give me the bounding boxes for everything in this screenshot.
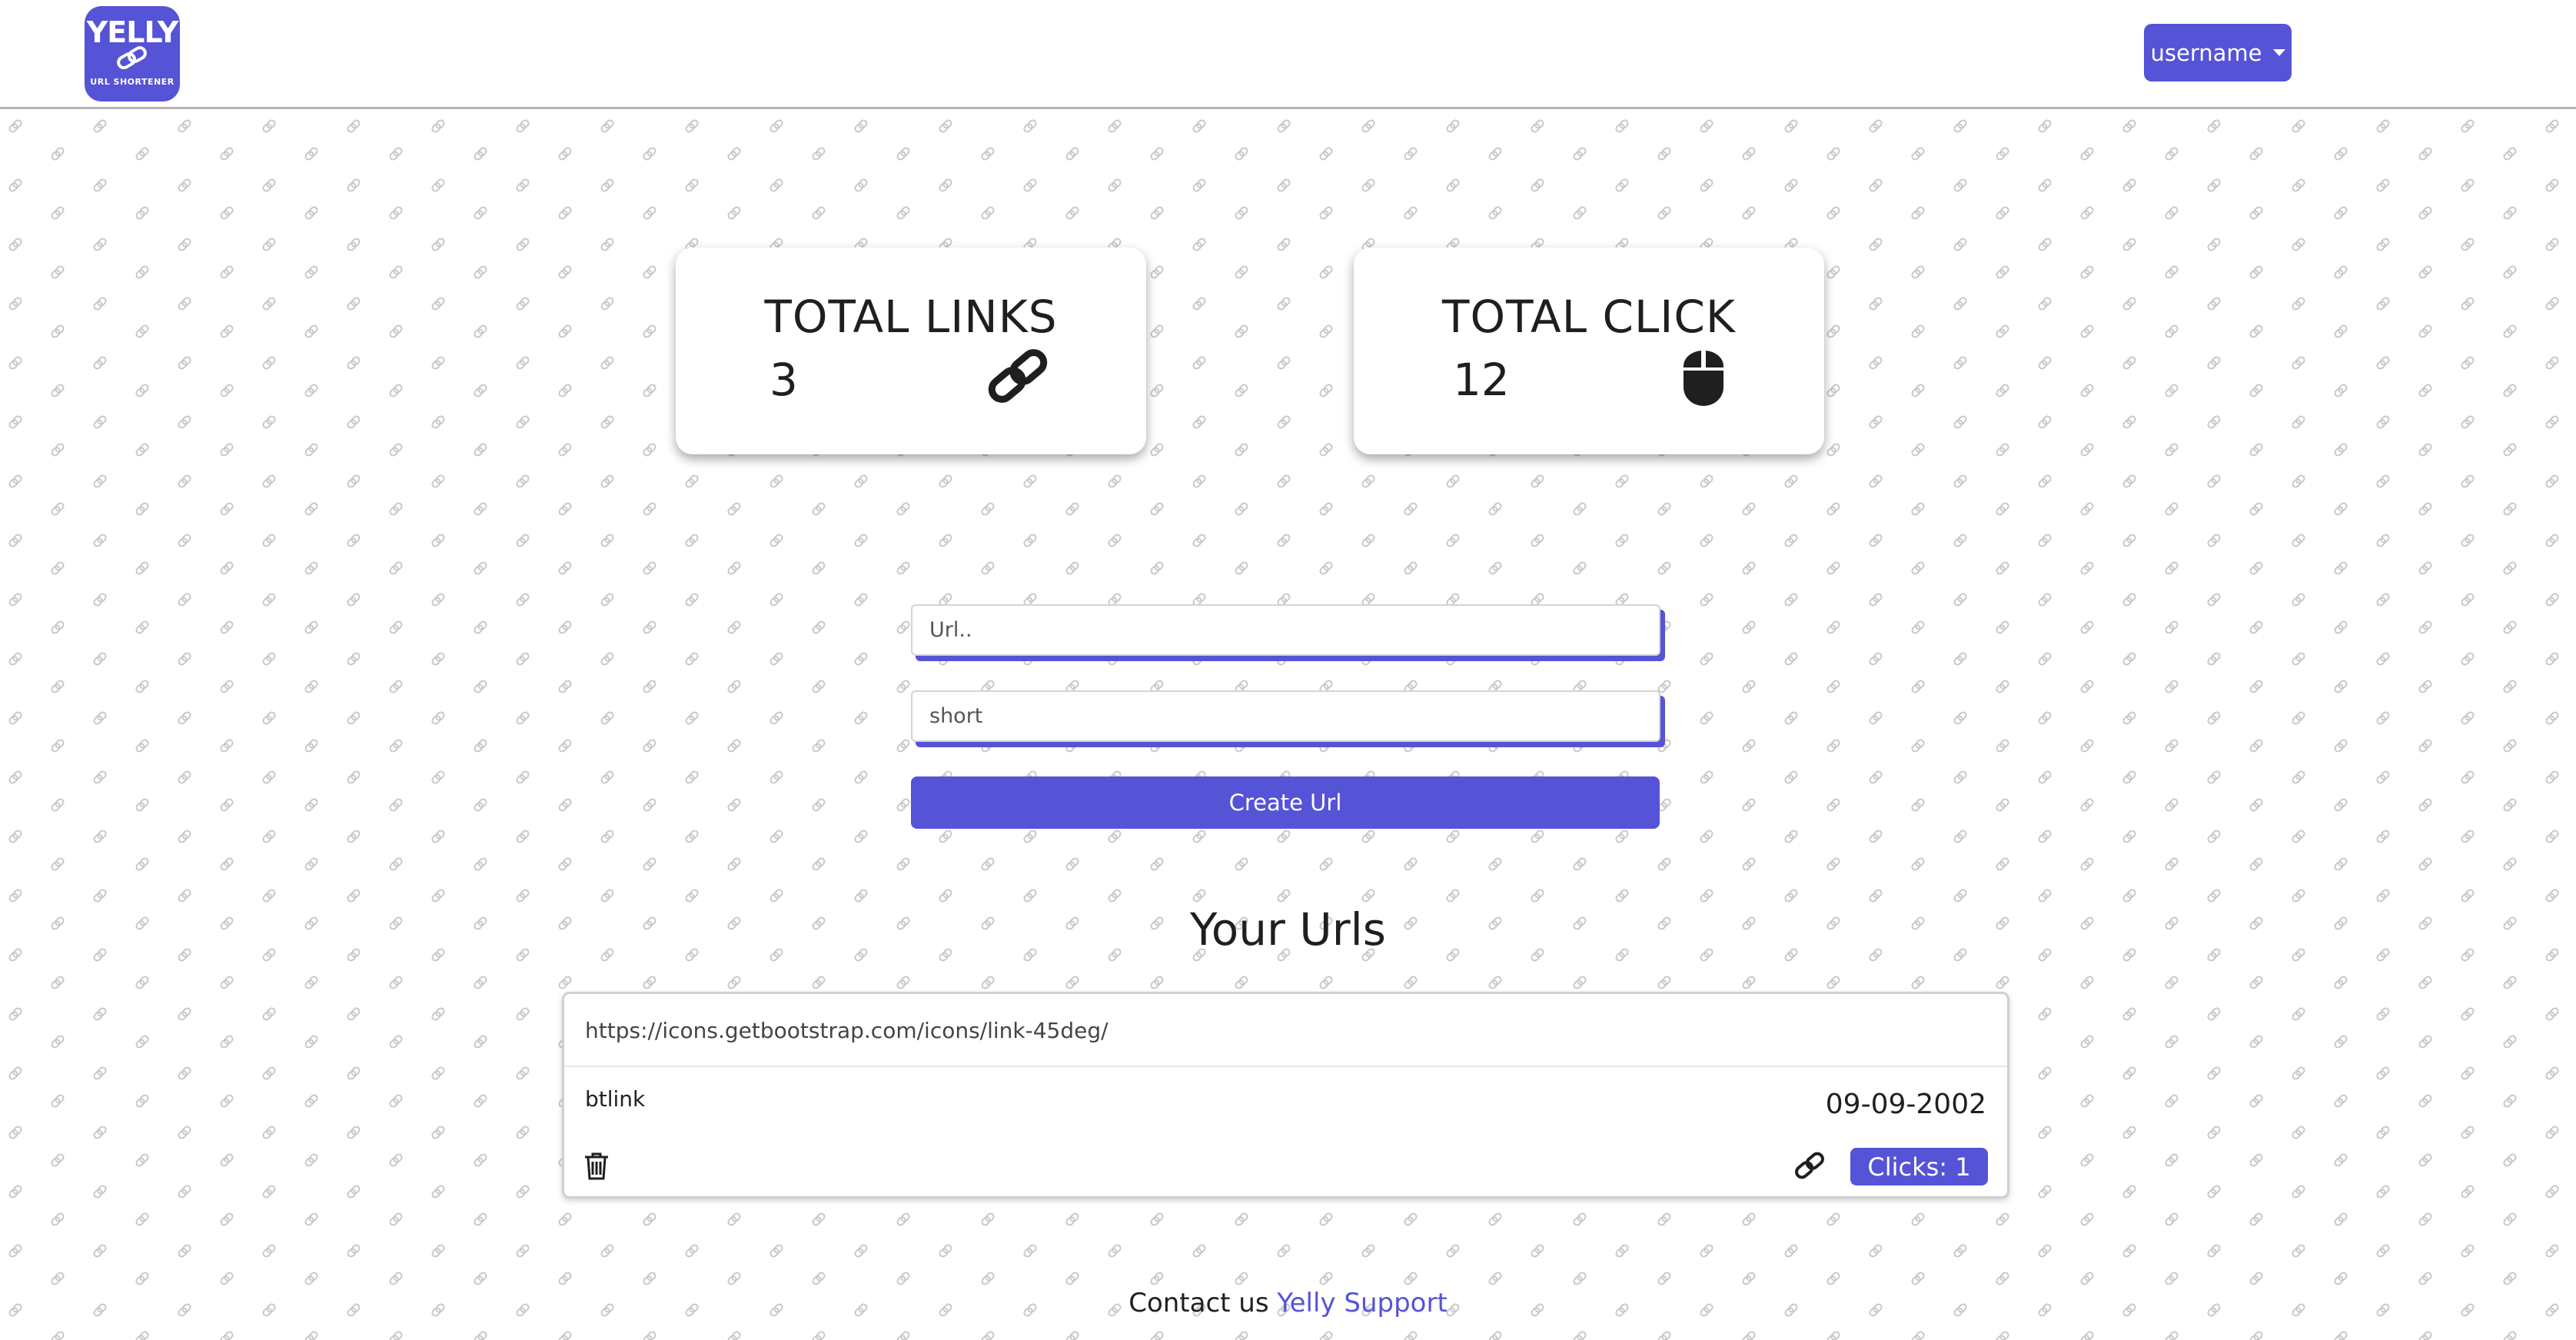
total-links-card: TOTAL LINKS 3 bbox=[676, 248, 1146, 454]
chain-link-icon bbox=[117, 46, 147, 70]
total-links-title: TOTAL LINKS bbox=[764, 291, 1058, 343]
short-input[interactable] bbox=[911, 690, 1660, 742]
url-card: https://icons.getbootstrap.com/icons/lin… bbox=[562, 992, 2009, 1199]
your-urls-title: Your Urls bbox=[1190, 903, 1386, 956]
navbar: YELLY URL SHORTENER username bbox=[0, 0, 2576, 109]
url-card-original-url: https://icons.getbootstrap.com/icons/lin… bbox=[564, 994, 2007, 1067]
link-45deg-icon bbox=[988, 349, 1048, 403]
url-card-date: 09-09-2002 bbox=[1825, 1089, 1986, 1120]
brand-logo[interactable]: YELLY URL SHORTENER bbox=[85, 6, 180, 101]
total-click-card: TOTAL CLICK 12 bbox=[1354, 248, 1824, 454]
trash-icon[interactable] bbox=[583, 1152, 610, 1181]
create-url-button[interactable]: Create Url bbox=[911, 776, 1660, 829]
url-card-short-name: btlink bbox=[585, 1086, 646, 1112]
logo-subtitle: URL SHORTENER bbox=[90, 77, 175, 87]
total-links-value: 3 bbox=[769, 354, 798, 406]
link-copy-icon[interactable] bbox=[1793, 1150, 1826, 1181]
user-menu-button[interactable]: username bbox=[2144, 24, 2292, 81]
user-menu-label: username bbox=[2150, 39, 2262, 66]
caret-down-icon bbox=[2272, 49, 2285, 56]
total-click-value: 12 bbox=[1453, 354, 1510, 406]
mouse-icon bbox=[1683, 351, 1724, 406]
footer-contact-text: Contact us bbox=[1128, 1288, 1269, 1318]
url-input[interactable] bbox=[911, 604, 1660, 656]
clicks-badge: Clicks: 1 bbox=[1850, 1148, 1988, 1185]
footer: Contact us Yelly Support bbox=[0, 1288, 2576, 1318]
support-link[interactable]: Yelly Support bbox=[1277, 1288, 1447, 1318]
total-click-title: TOTAL CLICK bbox=[1442, 291, 1736, 343]
